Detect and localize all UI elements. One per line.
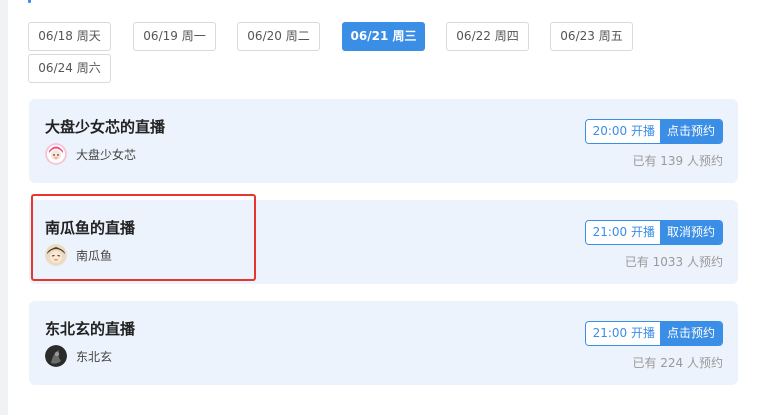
date-tab-0618[interactable]: 06/18 周天 <box>28 22 111 51</box>
reserve-button[interactable]: 点击预约 <box>659 120 722 143</box>
streamer-name: 大盘少女芯 <box>76 147 137 162</box>
stream-card[interactable]: 东北玄的直播 东北玄 21:00 开播 点击预约 已有 224 人预约 <box>29 301 738 385</box>
stream-title[interactable]: 南瓜鱼的直播 <box>45 217 135 238</box>
stream-title[interactable]: 大盘少女芯的直播 <box>45 116 165 137</box>
stream-card[interactable]: 大盘少女芯的直播 大盘少女芯 20:00 开播 点击预约 已有 139 人预约 <box>29 99 738 183</box>
booking-group: 21:00 开播 取消预约 <box>584 220 723 245</box>
date-tab-0623[interactable]: 06/23 周五 <box>550 22 633 51</box>
streamer-info: 南瓜鱼 <box>45 244 112 266</box>
streamer-name: 南瓜鱼 <box>76 248 113 263</box>
girl-avatar-icon[interactable] <box>45 143 67 165</box>
dark-avatar-icon[interactable] <box>45 345 67 367</box>
reserve-count: 已有 224 人预约 <box>632 356 723 370</box>
booking-group: 20:00 开播 点击预约 <box>584 119 723 144</box>
reserve-count: 已有 139 人预约 <box>632 154 723 168</box>
start-time-label: 21:00 开播 <box>585 322 660 345</box>
streamer-info: 东北玄 <box>45 345 112 367</box>
section-accent-bar <box>28 0 31 3</box>
cancel-reserve-button[interactable]: 取消预约 <box>659 221 722 244</box>
booking-group: 21:00 开播 点击预约 <box>584 321 723 346</box>
streamer-name: 东北玄 <box>76 349 113 364</box>
start-time-label: 21:00 开播 <box>585 221 660 244</box>
schedule-panel: 06/18 周天 06/19 周一 06/20 周二 06/21 周三 06/2… <box>8 0 760 415</box>
date-tab-0624[interactable]: 06/24 周六 <box>28 54 111 83</box>
stream-title[interactable]: 东北玄的直播 <box>45 318 135 339</box>
reserve-count: 已有 1033 人预约 <box>624 255 723 269</box>
streamer-info: 大盘少女芯 <box>45 143 136 165</box>
date-tab-0621[interactable]: 06/21 周三 <box>342 22 425 51</box>
cartoon-avatar-icon[interactable] <box>45 244 67 266</box>
date-tab-0619[interactable]: 06/19 周一 <box>133 22 216 51</box>
date-tab-0620[interactable]: 06/20 周二 <box>237 22 320 51</box>
reserve-button[interactable]: 点击预约 <box>659 322 722 345</box>
date-tab-0622[interactable]: 06/22 周四 <box>446 22 529 51</box>
start-time-label: 20:00 开播 <box>585 120 660 143</box>
stream-card[interactable]: 南瓜鱼的直播 南瓜鱼 21:00 开播 取消预约 已有 1033 人预约 <box>29 200 738 284</box>
